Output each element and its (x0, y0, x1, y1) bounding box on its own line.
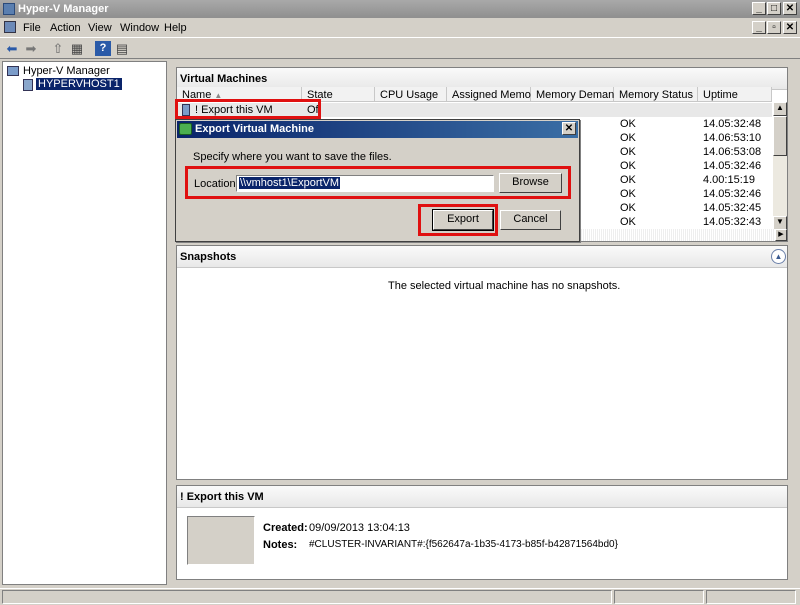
tree-item-host[interactable]: HYPERVHOST1 (36, 78, 122, 90)
virtual-machines-title: Virtual Machines (180, 73, 268, 85)
row-uptime: 14.05:32:45 (703, 202, 762, 214)
row-uptime: 14.05:32:43 (703, 216, 762, 228)
row-uptime: 14.05:32:48 (703, 118, 762, 130)
row-status: OK (620, 146, 636, 158)
column-assigned-memory[interactable]: Assigned Memory (447, 87, 540, 102)
annotation-export-highlight (418, 204, 498, 236)
row-status: OK (620, 216, 636, 228)
server-icon (23, 79, 33, 91)
menu-view[interactable]: View (88, 22, 112, 34)
menu-file[interactable]: File (23, 22, 41, 34)
snapshots-pane: Snapshots ▲ The selected virtual machine… (176, 245, 788, 480)
row-uptime: 14.05:32:46 (703, 188, 762, 200)
column-memory-demand[interactable]: Memory Demand (531, 87, 620, 102)
row-uptime: 14.06:53:08 (703, 146, 762, 158)
help-icon[interactable]: ? (95, 41, 111, 56)
menubar: File Action View Window Help _ ▫ ✕ (0, 18, 800, 37)
window-titlebar: Hyper-V Manager _ □ ✕ (0, 0, 800, 18)
status-segment-main (2, 590, 612, 604)
window-title: Hyper-V Manager (18, 3, 109, 15)
snapshots-title: Snapshots (180, 251, 237, 263)
back-arrow-icon[interactable]: ⬅ (4, 41, 20, 56)
cancel-button[interactable]: Cancel (500, 210, 561, 230)
dialog-instruction: Specify where you want to save the files… (193, 151, 392, 163)
row-status: OK (620, 160, 636, 172)
snapshots-header: Snapshots (177, 246, 787, 268)
collapse-chevron-icon[interactable]: ▲ (771, 249, 786, 264)
show-hide-console-icon[interactable]: ▦ (69, 41, 85, 56)
row-status: OK (620, 174, 636, 186)
notes-value: #CLUSTER-INVARIANT#:{f562647a-1b35-4173-… (309, 539, 618, 550)
column-memory-status[interactable]: Memory Status (614, 87, 698, 102)
forward-arrow-icon[interactable]: ➡ (23, 41, 39, 56)
maximize-button[interactable]: □ (767, 2, 781, 15)
annotation-location-highlight (185, 166, 571, 199)
annotation-vm-highlight (175, 99, 321, 119)
statusbar (0, 588, 800, 605)
vm-thumbnail (187, 516, 255, 565)
row-status: OK (620, 202, 636, 214)
notes-label: Notes: (263, 539, 298, 551)
up-folder-icon[interactable]: ⇧ (50, 41, 66, 56)
menu-action[interactable]: Action (50, 22, 81, 34)
child-minimize-button[interactable]: _ (752, 21, 766, 34)
row-status: OK (620, 188, 636, 200)
row-uptime: 14.06:53:10 (703, 132, 762, 144)
status-segment-2 (614, 590, 704, 604)
child-restore-button[interactable]: ▫ (767, 21, 781, 34)
row-uptime: 14.05:32:46 (703, 160, 762, 172)
vm-rows: OK 14.05:32:48 OK 14.06:53:10 OK 14.06:5… (620, 118, 780, 234)
export-vm-icon (179, 123, 192, 135)
created-label: Created: (263, 522, 308, 534)
menu-help[interactable]: Help (164, 22, 187, 34)
menu-window[interactable]: Window (120, 22, 159, 34)
hyperv-manager-icon (7, 66, 19, 76)
navigation-tree: Hyper-V Manager HYPERVHOST1 (2, 61, 167, 585)
toolbar: ⬅ ➡ ⇧ ▦ ? ▤ (0, 37, 800, 59)
row-uptime: 4.00:15:19 (703, 174, 755, 186)
child-close-button[interactable]: ✕ (783, 21, 797, 34)
dialog-close-button[interactable]: ✕ (562, 122, 576, 135)
action-pane-icon[interactable]: ▤ (114, 41, 130, 56)
snapshots-message: The selected virtual machine has no snap… (388, 280, 621, 292)
hyperv-app-icon (3, 3, 15, 15)
details-title: ! Export this VM (180, 491, 264, 503)
mmc-icon (4, 21, 16, 33)
row-status: OK (620, 118, 636, 130)
created-value: 09/09/2013 13:04:13 (309, 522, 410, 534)
dialog-title: Export Virtual Machine (195, 123, 314, 135)
column-cpu-usage[interactable]: CPU Usage (375, 87, 447, 102)
details-header: ! Export this VM (177, 486, 787, 508)
status-segment-3 (706, 590, 796, 604)
details-pane: ! Export this VM Created: 09/09/2013 13:… (176, 485, 788, 580)
row-status: OK (620, 132, 636, 144)
column-uptime[interactable]: Uptime (698, 87, 772, 102)
close-button[interactable]: ✕ (783, 2, 797, 15)
minimize-button[interactable]: _ (752, 2, 766, 15)
dialog-titlebar: Export Virtual Machine ✕ (177, 121, 578, 138)
tree-item-hyperv-manager[interactable]: Hyper-V Manager (23, 65, 110, 77)
